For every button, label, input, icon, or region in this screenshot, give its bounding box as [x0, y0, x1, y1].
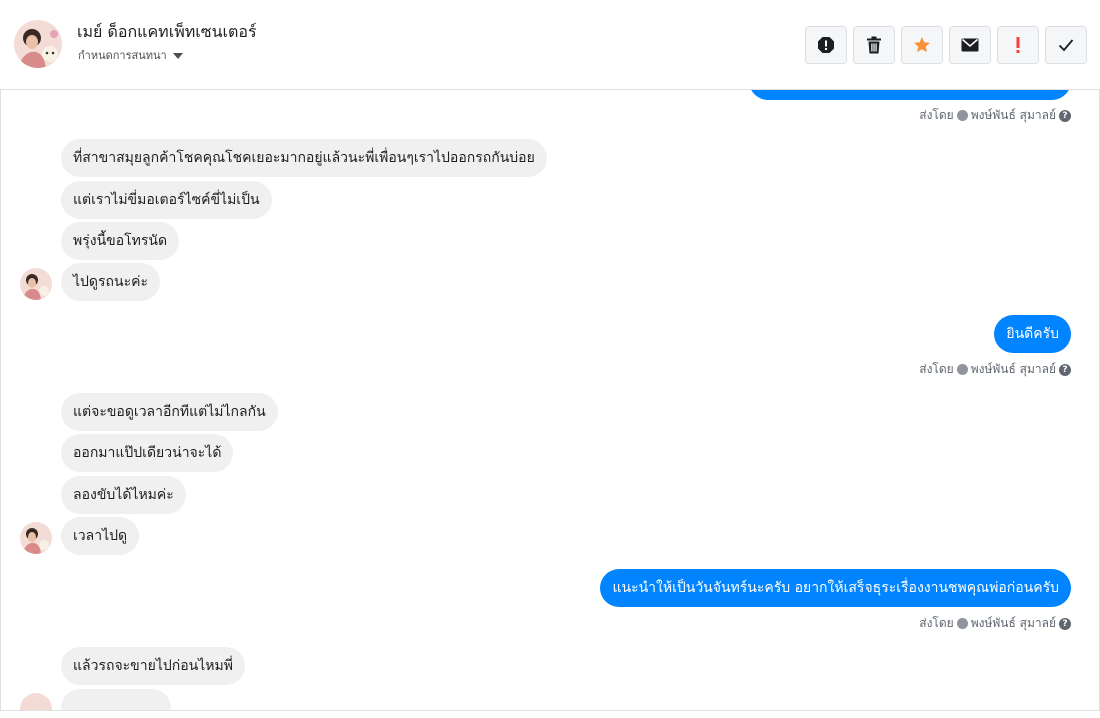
- sender-avatar-partial: [20, 693, 52, 710]
- star-button[interactable]: [901, 26, 943, 64]
- incoming-message: ลองขับได้ไหมค่ะ: [61, 476, 186, 514]
- envelope-icon: [961, 38, 979, 52]
- exclamation-icon: [1016, 37, 1020, 53]
- sent-by-prefix: ส่งโดย: [919, 362, 954, 376]
- conversation-options-dropdown[interactable]: กำหนดการสนทนา: [78, 46, 183, 64]
- sent-by-info: ส่งโดย พงษ์พันธ์ สุมาลย์ ?: [919, 360, 1071, 379]
- incoming-message-partial: [61, 689, 171, 710]
- contact-name: เมย์ ด็อกแคทเพ็ทเซนเตอร์: [77, 22, 257, 41]
- verified-icon: [956, 364, 968, 375]
- help-icon[interactable]: ?: [1059, 617, 1071, 630]
- mark-unread-button[interactable]: [949, 26, 991, 64]
- sent-by-prefix: ส่งโดย: [919, 108, 954, 122]
- incoming-message: แล้วรถจะขายไปก่อนไหมพี่: [61, 647, 245, 685]
- incoming-message: ออกมาแป๊ปเดียวน่าจะได้: [61, 434, 234, 472]
- incoming-message: เวลาไปดู: [61, 517, 140, 555]
- outgoing-message: ยินดีครับ: [994, 315, 1071, 353]
- follow-up-button[interactable]: [997, 26, 1039, 64]
- delete-button[interactable]: [853, 26, 895, 64]
- incoming-message: แต่เราไม่ขี่มอเตอร์ไซค์ขี่ไม่เป็น: [61, 181, 272, 219]
- sender-avatar: [20, 268, 52, 300]
- conversation-options-label: กำหนดการสนทนา: [78, 49, 167, 62]
- outgoing-message-partial: [749, 90, 1071, 100]
- conversation-toolbar: [805, 26, 1087, 64]
- sent-by-prefix: ส่งโดย: [919, 616, 954, 630]
- report-button[interactable]: [805, 26, 847, 64]
- incoming-message: ไปดูรถนะค่ะ: [61, 263, 160, 301]
- check-icon: [1058, 39, 1074, 52]
- help-icon[interactable]: ?: [1059, 363, 1071, 376]
- outgoing-message: แนะนำให้เป็นวันจันทร์นะครับ อยากให้เสร็จ…: [600, 569, 1071, 607]
- star-icon: [914, 37, 930, 53]
- composer-edge: [0, 710, 1100, 718]
- report-icon: [818, 37, 834, 53]
- contact-avatar[interactable]: [14, 20, 62, 68]
- sent-by-agent: พงษ์พันธ์ สุมาลย์: [970, 362, 1056, 376]
- sent-by-agent: พงษ์พันธ์ สุมาลย์: [970, 108, 1056, 122]
- incoming-message: แต่จะขอดูเวลาอีกทีแต่ไม่ไกลกัน: [61, 393, 278, 431]
- sent-by-agent: พงษ์พันธ์ สุมาลย์: [970, 616, 1056, 630]
- conversation-header: เมย์ ด็อกแคทเพ็ทเซนเตอร์ กำหนดการสนทนา: [0, 0, 1100, 90]
- caret-down-icon: [172, 52, 183, 59]
- verified-icon: [956, 618, 968, 629]
- trash-icon: [867, 36, 881, 54]
- sender-avatar: [20, 522, 52, 554]
- incoming-message: พรุ่งนี้ขอโทรนัด: [61, 222, 180, 260]
- help-icon[interactable]: ?: [1059, 109, 1071, 122]
- incoming-message: ที่สาขาสมุยลูกค้าโชคคุณโชคเยอะมากอยู่แล้…: [61, 139, 547, 177]
- message-thread[interactable]: ส่งโดย พงษ์พันธ์ สุมาลย์ ? ที่สาขาสมุยลู…: [0, 90, 1100, 710]
- sent-by-info: ส่งโดย พงษ์พันธ์ สุมาลย์ ?: [919, 106, 1071, 125]
- mark-done-button[interactable]: [1045, 26, 1087, 64]
- verified-icon: [956, 110, 968, 121]
- sent-by-info: ส่งโดย พงษ์พันธ์ สุมาลย์ ?: [919, 614, 1071, 633]
